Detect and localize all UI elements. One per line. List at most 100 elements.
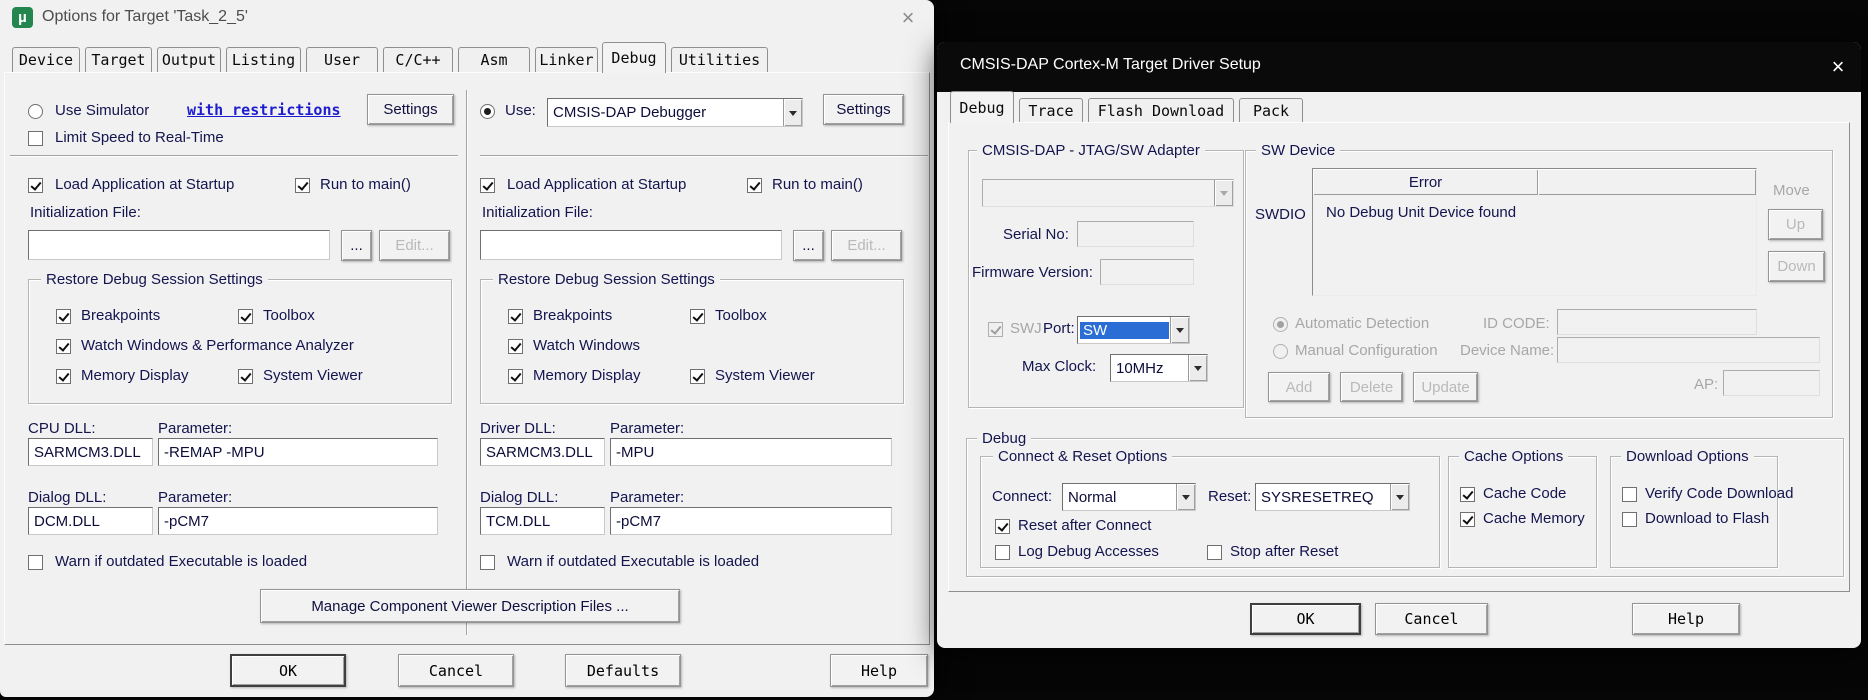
sim-warn-label[interactable]: Warn if outdated Executable is loaded [55, 553, 307, 571]
verify-code-download-label[interactable]: Verify Code Download [1645, 485, 1793, 503]
cache-memory-label[interactable]: Cache Memory [1483, 510, 1585, 528]
tab-device[interactable]: Device [12, 47, 80, 72]
move-up-button[interactable]: Up [1768, 209, 1823, 240]
drv-toolbox-label[interactable]: Toolbox [715, 307, 767, 325]
tab-asm[interactable]: Asm [458, 47, 530, 72]
tab-target[interactable]: Target [85, 47, 152, 72]
sim-edit-button[interactable]: Edit... [379, 230, 450, 261]
drv-edit-button[interactable]: Edit... [831, 230, 902, 261]
ok-button[interactable]: OK [230, 654, 346, 687]
drv-browse-button[interactable]: ... [793, 230, 824, 261]
drv-breakpoints-label[interactable]: Breakpoints [533, 307, 612, 325]
sim-load-app-checkbox[interactable] [28, 178, 43, 193]
chevron-down-icon[interactable] [1188, 355, 1207, 381]
debugger-driver-select[interactable]: CMSIS-DAP Debugger [547, 98, 803, 127]
drv-watch-checkbox[interactable] [508, 339, 523, 354]
connect-select[interactable]: Normal [1062, 483, 1196, 511]
tab-utilities[interactable]: Utilities [671, 47, 768, 72]
tab-linker[interactable]: Linker [535, 47, 598, 72]
sim-toolbox-checkbox[interactable] [238, 309, 253, 324]
cpu-dll-input[interactable]: SARMCM3.DLL [28, 438, 153, 466]
drv-dialog-dll-input[interactable]: TCM.DLL [480, 507, 605, 535]
limit-speed-checkbox[interactable] [28, 131, 43, 146]
download-to-flash-checkbox[interactable] [1622, 512, 1637, 527]
download-to-flash-label[interactable]: Download to Flash [1645, 510, 1769, 528]
sim-breakpoints-label[interactable]: Breakpoints [81, 307, 160, 325]
driver-dll-input[interactable]: SARMCM3.DLL [480, 438, 605, 466]
drv-toolbox-checkbox[interactable] [690, 309, 705, 324]
sim-memory-label[interactable]: Memory Display [81, 367, 189, 385]
stop-after-reset-label[interactable]: Stop after Reset [1230, 543, 1338, 561]
debugger-settings-button[interactable]: Settings [823, 94, 904, 125]
reset-select[interactable]: SYSRESETREQ [1255, 483, 1410, 511]
drv-dialog-param-input[interactable]: -pCM7 [610, 507, 892, 535]
cache-code-label[interactable]: Cache Code [1483, 485, 1566, 503]
drv-run-main-checkbox[interactable] [747, 178, 762, 193]
chevron-down-icon[interactable] [1170, 317, 1189, 343]
cancel-button[interactable]: Cancel [398, 654, 514, 687]
close-icon[interactable]: × [1823, 53, 1853, 81]
move-down-button[interactable]: Down [1768, 251, 1825, 282]
sim-dialog-param-input[interactable]: -pCM7 [158, 507, 438, 535]
defaults-button[interactable]: Defaults [565, 654, 681, 687]
verify-code-download-checkbox[interactable] [1622, 487, 1637, 502]
update-button[interactable]: Update [1413, 372, 1478, 402]
help-button[interactable]: Help [1632, 603, 1740, 635]
sim-dialog-dll-input[interactable]: DCM.DLL [28, 507, 153, 535]
error-column-header[interactable]: Error [1313, 169, 1538, 195]
cpu-param-input[interactable]: -REMAP -MPU [158, 438, 438, 466]
stop-after-reset-checkbox[interactable] [1207, 545, 1222, 560]
drv-run-main-label[interactable]: Run to main() [772, 176, 863, 194]
cancel-button[interactable]: Cancel [1375, 603, 1488, 635]
add-button[interactable]: Add [1268, 372, 1330, 402]
max-clock-select[interactable]: 10MHz [1110, 354, 1208, 382]
driver-param-input[interactable]: -MPU [610, 438, 892, 466]
debug-unit-select[interactable] [982, 179, 1234, 207]
tab-user[interactable]: User [306, 47, 378, 72]
drv-sysviewer-checkbox[interactable] [690, 369, 705, 384]
sim-watch-label[interactable]: Watch Windows & Performance Analyzer [81, 337, 354, 355]
chevron-down-icon[interactable] [1390, 484, 1409, 510]
drv-warn-label[interactable]: Warn if outdated Executable is loaded [507, 553, 759, 571]
driver-dialog-titlebar[interactable]: CMSIS-DAP Cortex-M Target Driver Setup × [937, 42, 1861, 92]
with-restrictions-link[interactable]: with restrictions [187, 101, 341, 119]
options-dialog-titlebar[interactable]: µ Options for Target 'Task_2_5' × [0, 0, 934, 36]
drv-init-file-input[interactable] [480, 230, 782, 260]
sim-memory-checkbox[interactable] [56, 369, 71, 384]
blank-column-header[interactable] [1538, 169, 1756, 195]
tab-c-cpp[interactable]: C/C++ [383, 47, 453, 72]
tab-trace[interactable]: Trace [1019, 98, 1083, 122]
drv-memory-checkbox[interactable] [508, 369, 523, 384]
reset-after-connect-label[interactable]: Reset after Connect [1018, 517, 1151, 535]
chevron-down-icon[interactable] [1176, 484, 1195, 510]
sim-watch-checkbox[interactable] [56, 339, 71, 354]
port-select[interactable]: SW [1077, 316, 1190, 344]
reset-after-connect-checkbox[interactable] [995, 519, 1010, 534]
simulator-settings-button[interactable]: Settings [367, 94, 454, 125]
tab-flash-download[interactable]: Flash Download [1088, 98, 1234, 122]
use-debugger-label[interactable]: Use: [505, 102, 536, 120]
log-debug-accesses-label[interactable]: Log Debug Accesses [1018, 543, 1159, 561]
drv-memory-label[interactable]: Memory Display [533, 367, 641, 385]
log-debug-accesses-checkbox[interactable] [995, 545, 1010, 560]
sim-sysviewer-label[interactable]: System Viewer [263, 367, 363, 385]
drv-watch-label[interactable]: Watch Windows [533, 337, 640, 355]
use-debugger-radio[interactable] [480, 104, 495, 119]
sim-browse-button[interactable]: ... [341, 230, 372, 261]
sim-load-app-label[interactable]: Load Application at Startup [55, 176, 234, 194]
use-simulator-radio[interactable] [28, 104, 43, 119]
sim-breakpoints-checkbox[interactable] [56, 309, 71, 324]
tab-debug[interactable]: Debug [602, 42, 666, 73]
tab-listing[interactable]: Listing [226, 47, 301, 72]
tab-debug[interactable]: Debug [950, 91, 1014, 123]
sim-toolbox-label[interactable]: Toolbox [263, 307, 315, 325]
drv-warn-checkbox[interactable] [480, 555, 495, 570]
sim-init-file-input[interactable] [28, 230, 330, 260]
manage-component-viewer-button[interactable]: Manage Component Viewer Description File… [260, 589, 680, 623]
sim-run-main-label[interactable]: Run to main() [320, 176, 411, 194]
close-icon[interactable]: × [894, 5, 922, 31]
table-row[interactable]: No Debug Unit Device found [1313, 195, 1756, 295]
drv-sysviewer-label[interactable]: System Viewer [715, 367, 815, 385]
drv-breakpoints-checkbox[interactable] [508, 309, 523, 324]
help-button[interactable]: Help [830, 654, 928, 687]
